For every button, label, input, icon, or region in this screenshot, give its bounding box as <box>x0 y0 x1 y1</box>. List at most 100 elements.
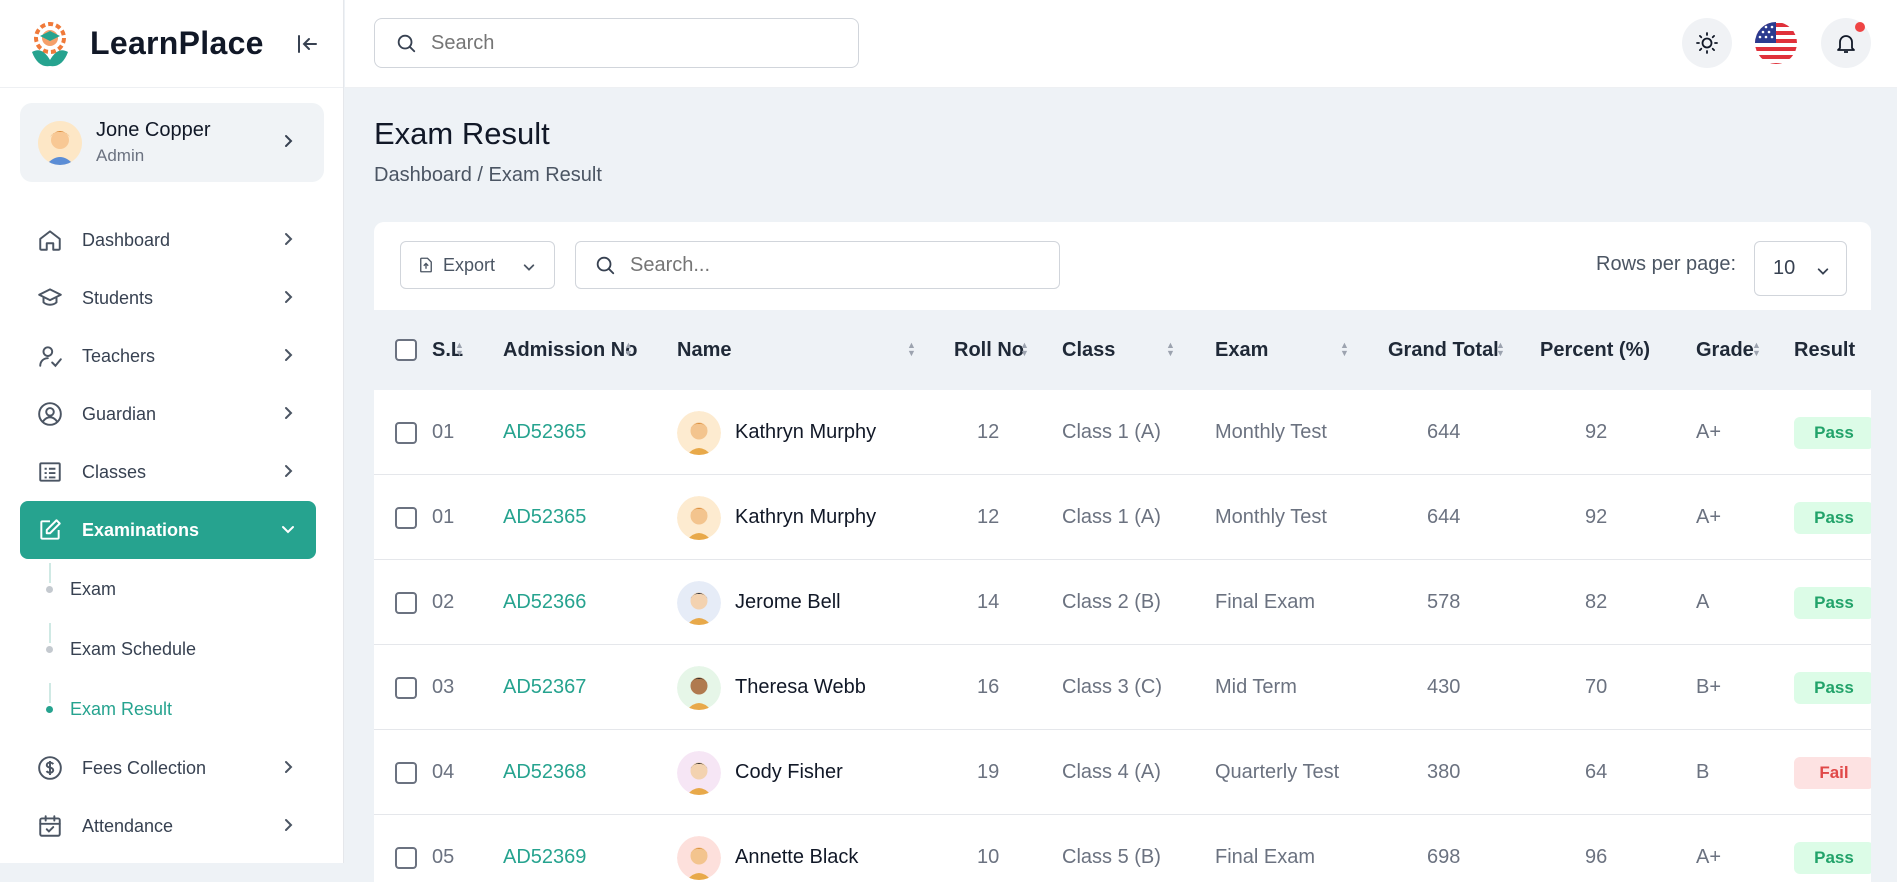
sort-icon[interactable]: ▲ ▼ <box>1166 341 1175 358</box>
cell-grade: A+ <box>1696 421 1722 443</box>
export-icon <box>420 257 432 273</box>
sort-icon[interactable]: ▲ ▼ <box>907 341 916 358</box>
theme-toggle-button[interactable] <box>1682 18 1732 68</box>
submenu-item-exam-result[interactable]: Exam Result <box>46 679 316 739</box>
cell-admission-no[interactable]: AD52365 <box>503 390 586 475</box>
table-row[interactable]: 03 AD52367 Theresa Webb 16 Class 3 (C) Mid Te… <box>374 645 1871 730</box>
cell-percent: 70 <box>1585 676 1608 698</box>
sidebar-item-label: Guardian <box>82 403 157 424</box>
sidebar-item-classes[interactable]: Classes <box>20 443 316 501</box>
table-body: 01 AD52365 Kathryn Murphy 12 Class 1 (A) Mont… <box>374 390 1871 882</box>
collapse-sidebar-button[interactable] <box>292 28 324 60</box>
cell-percent: 64 <box>1585 761 1608 783</box>
row-checkbox[interactable] <box>395 846 417 869</box>
cell-class: Class 3 (C) <box>1062 676 1163 698</box>
cell-grade: B <box>1696 761 1710 783</box>
sidebar-item-dashboard[interactable]: Dashboard <box>20 211 316 269</box>
table-search[interactable] <box>575 241 1060 289</box>
row-checkbox[interactable] <box>395 676 417 699</box>
row-checkbox-cell <box>395 645 417 730</box>
status-badge: Pass <box>1794 501 1871 534</box>
student-name: Kathryn Murphy <box>735 506 877 528</box>
column-header-grand-total[interactable]: Grand Total <box>1388 310 1499 390</box>
sort-icon[interactable]: ▲ ▼ <box>1496 341 1505 358</box>
table-row[interactable]: 02 AD52366 Jerome Bell 14 Class 2 (B) Final E… <box>374 560 1871 645</box>
cell-name: Annette Black <box>677 815 858 882</box>
sidebar-item-teachers[interactable]: Teachers <box>20 327 316 385</box>
table-row[interactable]: 01 AD52365 Kathryn Murphy 12 Class 1 (A) Mont… <box>374 475 1871 560</box>
student-avatar <box>677 410 721 455</box>
sidebar-item-label: Students <box>82 287 154 308</box>
column-header-name[interactable]: Name <box>677 310 731 390</box>
sort-icon[interactable]: ▲ ▼ <box>1340 341 1349 358</box>
status-badge: Fail <box>1794 756 1871 789</box>
table-header: S.L ▲ ▼ Admission No ▲ ▼ Name ▲ ▼ Roll No ▲… <box>374 310 1871 390</box>
column-header-grade[interactable]: Grade <box>1696 310 1754 390</box>
row-checkbox[interactable] <box>395 421 417 444</box>
column-label: Exam <box>1215 338 1269 361</box>
submenu-item-exam-schedule[interactable]: Exam Schedule <box>46 619 316 679</box>
column-header-result[interactable]: Result <box>1794 310 1855 390</box>
app-name: LearnPlace <box>90 25 264 61</box>
column-header-roll-no[interactable]: Roll No <box>954 310 1024 390</box>
sidebar-item-label: Teachers <box>82 345 156 366</box>
cell-grade: A+ <box>1696 506 1722 528</box>
global-search[interactable] <box>374 18 859 68</box>
sidebar-item-fees-collection[interactable]: Fees Collection <box>20 739 316 797</box>
row-checkbox[interactable] <box>395 591 417 614</box>
calendar-check-icon <box>36 812 64 840</box>
cell-exam: Monthly Test <box>1215 506 1327 528</box>
rows-per-page-select[interactable]: 10 <box>1754 241 1847 296</box>
cell-exam: Final Exam <box>1215 846 1316 868</box>
sidebar-item-guardian[interactable]: Guardian <box>20 385 316 443</box>
cell-admission-no[interactable]: AD52367 <box>503 645 586 730</box>
sort-icon[interactable]: ▲ ▼ <box>624 341 633 358</box>
avatar <box>38 120 82 165</box>
column-header-class[interactable]: Class <box>1062 310 1115 390</box>
cell-roll-no: 12 <box>977 506 1000 528</box>
table-row[interactable]: 05 AD52369 Annette Black 10 Class 5 (B) Final… <box>374 815 1871 882</box>
cell-grand-total: 380 <box>1427 761 1461 783</box>
cell-admission-no[interactable]: AD52368 <box>503 730 586 815</box>
table-row[interactable]: 01 AD52365 Kathryn Murphy 12 Class 1 (A) Mont… <box>374 390 1871 475</box>
global-search-input[interactable] <box>431 31 831 55</box>
chevron-down-icon <box>282 526 294 534</box>
submenu-item-label: Exam <box>70 578 117 599</box>
sidebar-item-examinations[interactable]: Examinations <box>20 501 316 559</box>
column-label: Class <box>1062 338 1116 361</box>
column-header-exam[interactable]: Exam <box>1215 310 1268 390</box>
chevron-down-icon <box>523 264 535 271</box>
sidebar-item-students[interactable]: Students <box>20 269 316 327</box>
cell-percent: 92 <box>1585 506 1608 528</box>
select-all-checkbox[interactable] <box>395 339 417 361</box>
graduation-cap-icon <box>36 284 64 312</box>
column-header-admission-no[interactable]: Admission No <box>503 310 637 390</box>
logo-icon <box>32 21 68 66</box>
export-button[interactable]: Export <box>400 241 555 289</box>
cell-admission-no[interactable]: AD52369 <box>503 815 586 882</box>
cell-grand-total: 430 <box>1427 676 1461 698</box>
submenu-item-exam[interactable]: Exam <box>46 559 316 619</box>
sort-icon[interactable]: ▲ ▼ <box>1020 341 1029 358</box>
cell-grade: A <box>1696 591 1710 613</box>
row-checkbox[interactable] <box>395 506 417 529</box>
cell-percent: 82 <box>1585 591 1608 613</box>
notifications-button[interactable] <box>1821 18 1871 68</box>
column-header-percent[interactable]: Percent (%) <box>1540 310 1650 390</box>
language-button[interactable] <box>1751 18 1801 68</box>
row-checkbox[interactable] <box>395 761 417 784</box>
user-profile-card[interactable]: Jone Copper Admin <box>20 103 324 182</box>
export-label: Export <box>443 254 496 275</box>
table-search-input[interactable] <box>630 253 1050 277</box>
sort-icon[interactable]: ▲ ▼ <box>1752 341 1761 358</box>
cell-admission-no[interactable]: AD52365 <box>503 475 586 560</box>
student-name: Jerome Bell <box>735 591 841 613</box>
cell-grand-total: 644 <box>1427 506 1461 528</box>
student-name: Kathryn Murphy <box>735 421 877 443</box>
column-label: Name <box>677 338 732 361</box>
bell-icon <box>1837 35 1855 53</box>
sort-icon[interactable]: ▲ ▼ <box>455 341 464 358</box>
sidebar-item-attendance[interactable]: Attendance <box>20 797 316 855</box>
table-row[interactable]: 04 AD52368 Cody Fisher 19 Class 4 (A) Quarter… <box>374 730 1871 815</box>
cell-admission-no[interactable]: AD52366 <box>503 560 586 645</box>
